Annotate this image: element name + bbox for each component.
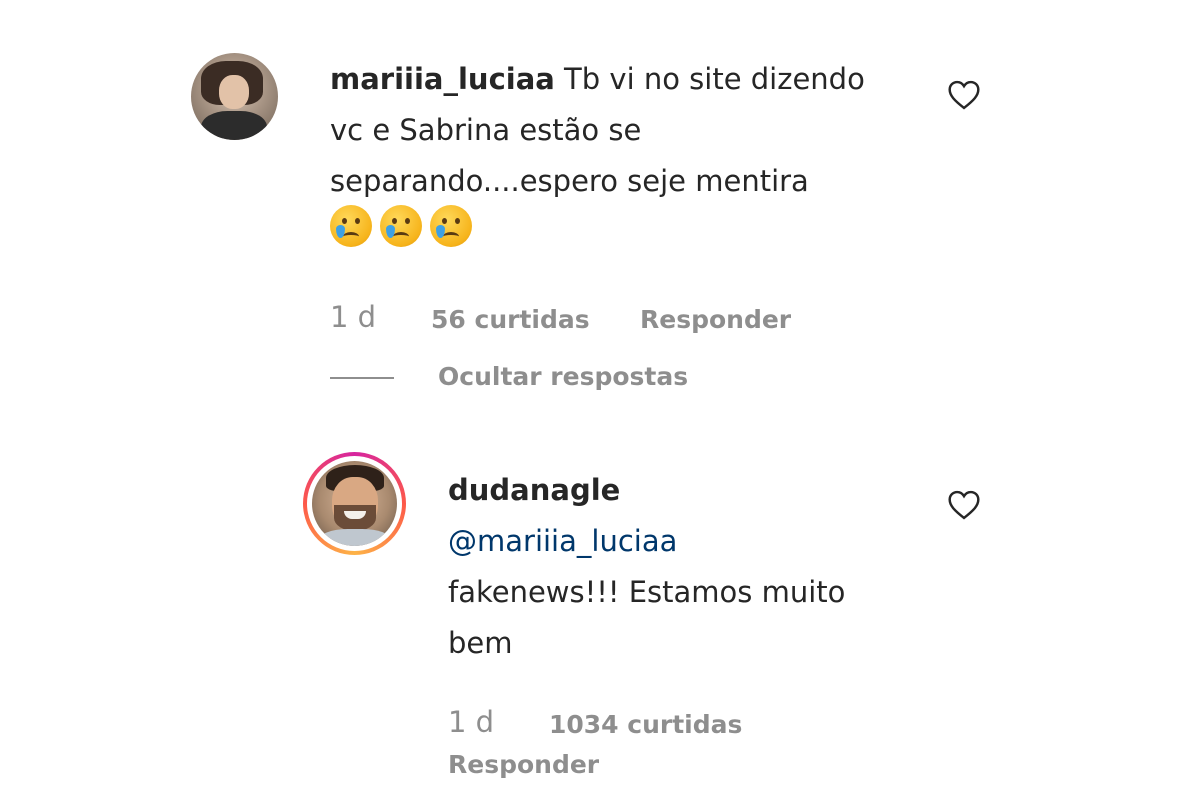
crying-face-icon [330,205,372,247]
reply-timestamp[interactable]: 1 d [448,705,494,739]
crying-face-icon [380,205,422,247]
reply-reply-button[interactable]: Responder [448,750,599,779]
comment-thread: mariiia_luciaa Tb vi no site dizendo vc … [0,0,1200,800]
reply-text: fakenews!!! Estamos muito bem [448,575,846,660]
reply-username[interactable]: dudanagle [448,473,620,507]
reply-likes-count[interactable]: 1034 curtidas [549,710,742,739]
comment-timestamp[interactable]: 1 d [330,300,376,334]
avatar[interactable] [191,53,278,140]
reply-avatar[interactable] [312,461,397,546]
crying-face-icon [430,205,472,247]
reply-mention-link[interactable]: @mariiia_luciaa [448,516,918,567]
emoji-row [330,205,472,247]
comment-text-block: mariiia_luciaa Tb vi no site dizendo vc … [330,54,900,207]
like-heart-icon[interactable] [947,80,981,110]
reply-like-heart-icon[interactable] [947,490,981,520]
comment-likes-count[interactable]: 56 curtidas [431,305,590,334]
hide-replies-button[interactable]: Ocultar respostas [438,362,688,391]
replies-divider [330,377,394,379]
reply-text-block: dudanagle @mariiia_luciaa fakenews!!! Es… [448,465,918,669]
comment-username[interactable]: mariiia_luciaa [330,62,555,96]
reply-button[interactable]: Responder [640,305,791,334]
